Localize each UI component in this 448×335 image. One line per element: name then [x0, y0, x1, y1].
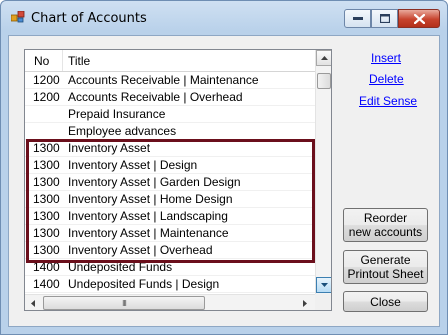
scroll-right-button[interactable]	[297, 295, 313, 310]
table-row[interactable]: Prepaid Insurance	[25, 106, 315, 123]
close-button-label: Close	[370, 294, 401, 309]
delete-link[interactable]: Delete	[369, 72, 404, 86]
row-no: 1300	[33, 192, 60, 206]
table-row[interactable]: 1300 Inventory Asset	[25, 140, 315, 157]
column-header-no[interactable]: No	[25, 50, 63, 71]
row-title: Inventory Asset | Overhead	[68, 243, 213, 257]
insert-link[interactable]: Insert	[371, 51, 401, 65]
row-no: 1400	[33, 260, 60, 274]
minimize-button[interactable]	[344, 9, 371, 28]
generate-label-line2: Printout Sheet	[347, 267, 424, 281]
row-title: Accounts Receivable | Overhead	[68, 90, 243, 104]
close-icon	[413, 13, 425, 24]
vertical-scroll-thumb[interactable]	[317, 73, 331, 89]
list-rows: 1200 Accounts Receivable | Maintenance 12…	[25, 72, 315, 293]
row-no: 1300	[33, 243, 60, 257]
table-row[interactable]: 1400 Undeposited Funds	[25, 259, 315, 276]
list-header: No Title	[25, 50, 315, 72]
scroll-up-button[interactable]	[316, 50, 331, 66]
row-title: Inventory Asset | Home Design	[68, 192, 233, 206]
row-no: 1200	[33, 90, 60, 104]
row-title: Prepaid Insurance	[68, 107, 166, 121]
table-row[interactable]: 1400 Undeposited Funds | Design	[25, 276, 315, 293]
accounts-list[interactable]: No Title 1200 Accounts Receivable | Maint…	[24, 49, 332, 311]
horizontal-scroll-thumb[interactable]: III	[43, 296, 205, 310]
vertical-scrollbar[interactable]	[315, 50, 331, 294]
app-icon	[10, 10, 25, 23]
generate-printout-sheet-button[interactable]: Generate Printout Sheet	[343, 250, 428, 284]
row-no: 1200	[33, 73, 60, 87]
row-title: Undeposited Funds | Design	[68, 277, 220, 291]
dialog-client-area: No Title 1200 Accounts Receivable | Maint…	[8, 35, 440, 327]
row-no: 1300	[33, 158, 60, 172]
scroll-down-button[interactable]	[316, 277, 331, 293]
horizontal-scrollbar[interactable]: III	[25, 294, 315, 310]
reorder-label-line1: Reorder	[363, 211, 408, 225]
chevron-up-icon	[320, 56, 328, 60]
scroll-grip: III	[122, 298, 127, 308]
table-row[interactable]: 1300 Inventory Asset | Design	[25, 157, 315, 174]
scrollbar-corner	[315, 294, 331, 310]
row-title: Inventory Asset | Maintenance	[68, 226, 229, 240]
table-row[interactable]: 1300 Inventory Asset | Garden Design	[25, 174, 315, 191]
chevron-right-icon	[303, 299, 307, 307]
row-title: Employee advances	[68, 124, 177, 138]
row-title: Inventory Asset | Landscaping	[68, 209, 228, 223]
scroll-left-button[interactable]	[25, 295, 41, 310]
table-row[interactable]: 1200 Accounts Receivable | Maintenance	[25, 72, 315, 89]
reorder-new-accounts-button[interactable]: Reorder new accounts	[343, 208, 428, 242]
row-title: Accounts Receivable | Maintenance	[68, 73, 259, 87]
row-title: Undeposited Funds	[68, 260, 173, 274]
row-title: Inventory Asset | Garden Design	[68, 175, 241, 189]
column-header-title[interactable]: Title	[63, 50, 315, 71]
row-no: 1400	[33, 277, 60, 291]
row-title: Inventory Asset | Design	[68, 158, 198, 172]
table-row[interactable]: 1300 Inventory Asset | Landscaping	[25, 208, 315, 225]
maximize-icon	[379, 14, 390, 23]
close-button[interactable]: Close	[343, 291, 428, 312]
table-row[interactable]: Employee advances	[25, 123, 315, 140]
table-row[interactable]: 1300 Inventory Asset | Maintenance	[25, 225, 315, 242]
chevron-down-icon	[320, 283, 328, 287]
row-no: 1300	[33, 141, 60, 155]
title-bar[interactable]: Chart of Accounts	[1, 1, 447, 35]
window-title: Chart of Accounts	[31, 11, 147, 26]
generate-label-line1: Generate	[360, 253, 411, 267]
close-window-button[interactable]	[398, 9, 440, 28]
row-no: 1300	[33, 209, 60, 223]
row-no: 1300	[33, 226, 60, 240]
row-no: 1300	[33, 175, 60, 189]
table-row[interactable]: 1300 Inventory Asset | Overhead	[25, 242, 315, 259]
chart-of-accounts-window: Chart of Accounts No Title 1200 Accounts …	[0, 0, 448, 335]
minimize-icon	[352, 16, 363, 20]
table-row[interactable]: 1300 Inventory Asset | Home Design	[25, 191, 315, 208]
table-row[interactable]: 1200 Accounts Receivable | Overhead	[25, 89, 315, 106]
reorder-label-line2: new accounts	[348, 225, 423, 239]
edit-sense-link[interactable]: Edit Sense	[359, 94, 417, 108]
chevron-left-icon	[31, 299, 35, 307]
maximize-button[interactable]	[371, 9, 398, 28]
row-title: Inventory Asset	[68, 141, 151, 155]
